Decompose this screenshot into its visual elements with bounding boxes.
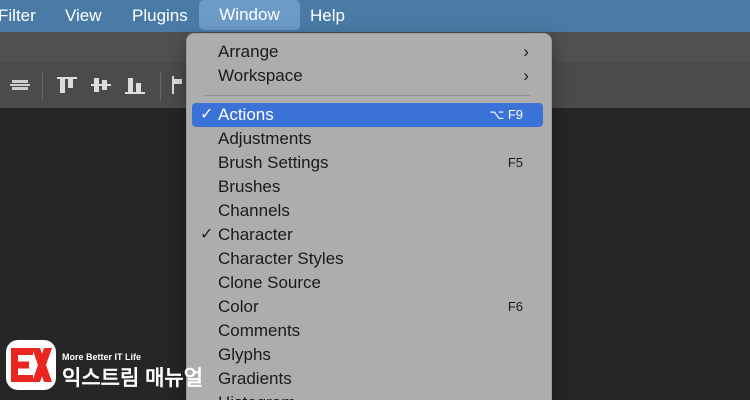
menu-item-arrange[interactable]: Arrange › <box>192 40 543 64</box>
menu-item-shortcut: F6 <box>507 299 523 314</box>
chevron-right-icon: › <box>523 42 529 61</box>
menu-plugins[interactable]: Plugins <box>132 0 188 32</box>
menu-item-label: Color <box>218 297 259 316</box>
watermark-tagline: More Better IT Life <box>62 352 142 362</box>
align-center-icon[interactable] <box>6 70 34 100</box>
menu-item-label: Arrange <box>218 42 279 61</box>
checkmark-icon: ✓ <box>200 106 214 123</box>
menu-separator <box>205 95 530 96</box>
menu-item-shortcut: F5 <box>507 155 523 170</box>
menu-item-label: Brush Settings <box>218 153 329 172</box>
menu-item-color[interactable]: Color F6 <box>192 295 543 319</box>
chevron-right-icon: › <box>523 66 529 85</box>
menu-item-shortcut: ⌥ F9 <box>489 107 523 122</box>
menu-item-label: Channels <box>218 201 290 220</box>
menu-view[interactable]: View <box>65 0 102 32</box>
align-bottom-edges-icon[interactable] <box>121 70 149 100</box>
menu-item-brushes[interactable]: Brushes <box>192 175 543 199</box>
checkmark-icon: ✓ <box>200 226 214 243</box>
menu-item-label: Brushes <box>218 177 281 196</box>
photoshop-window: Filter View Plugins Window Help Arrange … <box>0 0 750 400</box>
menu-help[interactable]: Help <box>310 0 345 32</box>
menu-window[interactable]: Window <box>199 0 300 30</box>
align-left-edges-icon[interactable] <box>168 70 184 100</box>
menu-item-character[interactable]: ✓ Character <box>192 223 543 247</box>
menu-item-label: Clone Source <box>218 273 322 292</box>
menu-filter[interactable]: Filter <box>0 0 36 32</box>
menu-item-label: Actions <box>218 105 274 124</box>
menu-item-adjustments[interactable]: Adjustments <box>192 127 543 151</box>
menu-item-clone-source[interactable]: Clone Source <box>192 271 543 295</box>
menu-item-label: Character Styles <box>218 249 344 268</box>
menu-item-label: Character <box>218 225 293 244</box>
menu-item-actions[interactable]: ✓ Actions ⌥ F9 <box>192 103 543 127</box>
menu-item-workspace[interactable]: Workspace › <box>192 64 543 88</box>
toolbar-divider <box>42 72 43 100</box>
menu-item-brush-settings[interactable]: Brush Settings F5 <box>192 151 543 175</box>
menu-item-channels[interactable]: Channels <box>192 199 543 223</box>
menu-item-label: Workspace <box>218 66 303 85</box>
watermark-name: 익스트림 매뉴얼 <box>62 367 204 390</box>
toolbar-divider <box>160 72 161 100</box>
menu-item-label: Adjustments <box>218 129 312 148</box>
ex-logo-icon <box>6 340 56 390</box>
align-vertical-centers-icon[interactable] <box>87 70 115 100</box>
menu-bar: Filter View Plugins Window Help <box>0 0 750 32</box>
site-watermark: More Better IT Life 익스트림 매뉴얼 <box>6 340 266 396</box>
align-top-edges-icon[interactable] <box>53 70 81 100</box>
menu-item-character-styles[interactable]: Character Styles <box>192 247 543 271</box>
